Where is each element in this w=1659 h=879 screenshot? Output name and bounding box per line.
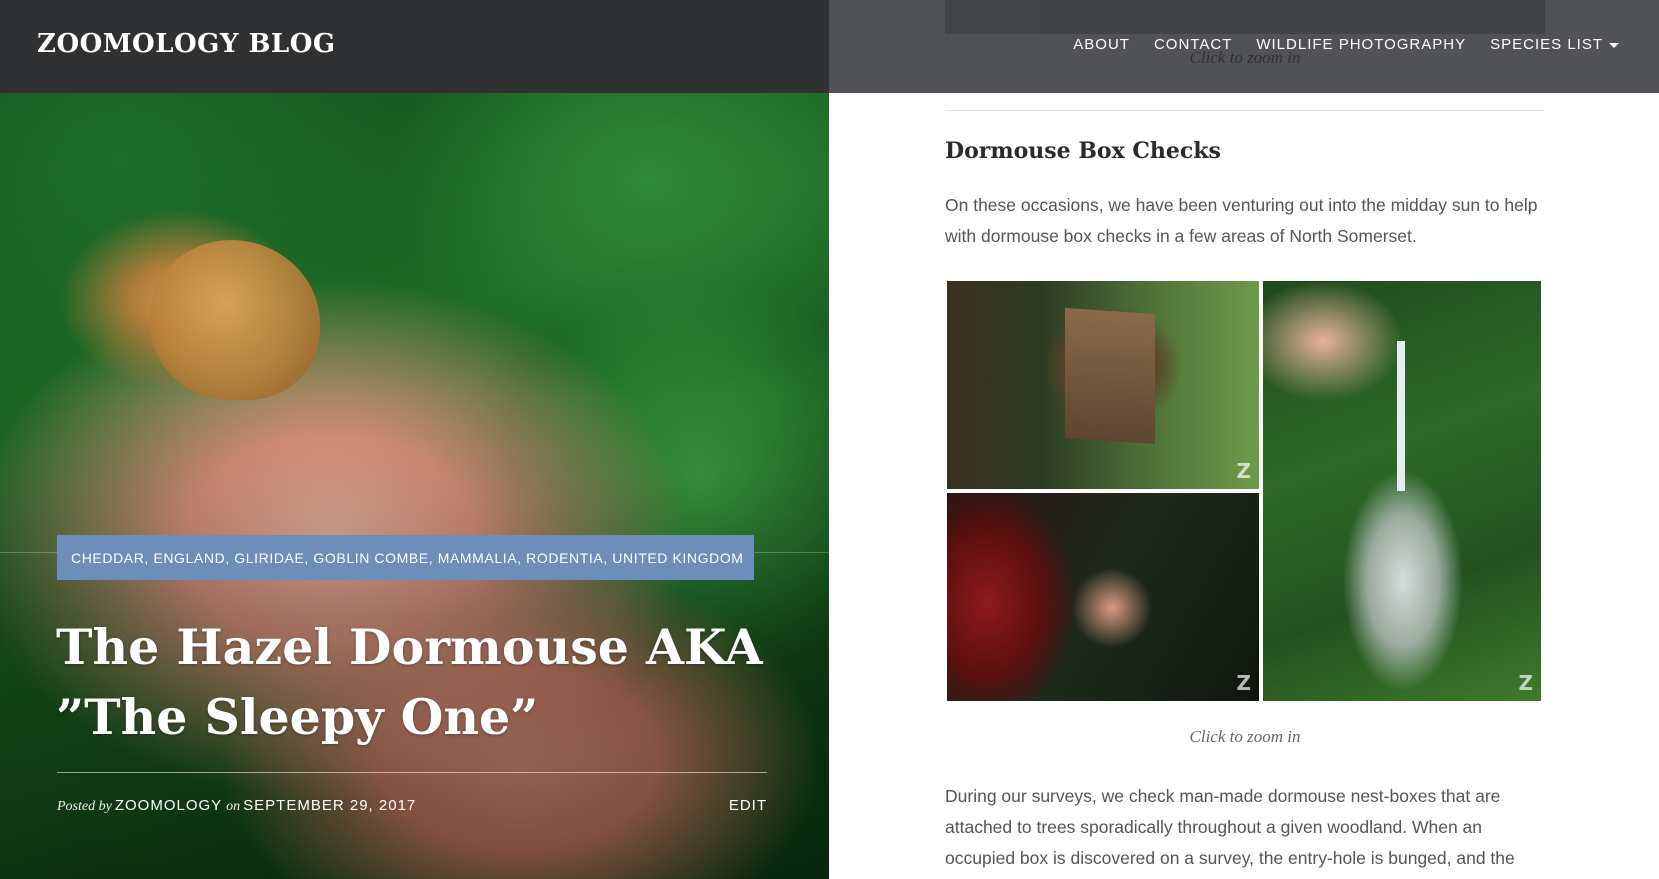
gallery-image-nest-box[interactable]: Z xyxy=(947,281,1259,489)
paragraph-surveys-line-2: attached to trees sporadically throughou… xyxy=(945,817,1483,837)
post-title-line-2: ”The Sleepy One” xyxy=(56,688,539,746)
watermark-icon: Z xyxy=(1236,459,1251,483)
post-title: The Hazel Dormouse AKA ”The Sleepy One” xyxy=(56,612,796,752)
header-left: ZOOMOLOGY BLOG xyxy=(0,0,829,93)
on-label: on xyxy=(226,799,241,814)
hero-image: CHEDDAR, ENGLAND, GLIRIDAE, GOBLIN COMBE… xyxy=(0,0,829,879)
post-meta: Posted by ZOOMOLOGY on SEPTEMBER 29, 201… xyxy=(57,797,767,815)
top-image-caption: Click to zoom in xyxy=(1189,48,1301,67)
paragraph-surveys: During our surveys, we check man-made do… xyxy=(945,781,1545,879)
post-categories-badge[interactable]: CHEDDAR, ENGLAND, GLIRIDAE, GOBLIN COMBE… xyxy=(57,535,754,580)
paragraph-surveys-line-1: During our surveys, we check man-made do… xyxy=(945,786,1501,806)
post-date-link[interactable]: SEPTEMBER 29, 2017 xyxy=(243,797,416,814)
paragraph-surveys-line-3: occupied box is discovered on a survey, … xyxy=(945,848,1515,868)
content-divider xyxy=(945,110,1545,111)
gallery-caption: Click to zoom in xyxy=(1189,727,1301,746)
nest-box-shape xyxy=(1065,307,1155,445)
watermark-icon: Z xyxy=(1518,671,1533,695)
scale-shape xyxy=(1397,341,1405,491)
photo-gallery: Z Z Z xyxy=(947,281,1543,701)
section-heading: Dormouse Box Checks xyxy=(945,138,1221,164)
gallery-image-weighing[interactable]: Z xyxy=(1263,281,1541,701)
author-link[interactable]: ZOOMOLOGY xyxy=(115,797,222,814)
gallery-image-box-check[interactable]: Z xyxy=(947,493,1259,701)
watermark-icon: Z xyxy=(1236,671,1251,695)
edit-post-link[interactable]: EDIT xyxy=(729,797,767,814)
paragraph-intro-line-2: with dormouse box checks in a few areas … xyxy=(945,226,1417,246)
chevron-down-icon xyxy=(1609,42,1619,48)
post-title-line-1: The Hazel Dormouse AKA xyxy=(56,618,763,676)
posted-by-label: Posted by xyxy=(57,799,112,814)
title-divider xyxy=(57,772,767,773)
site-title[interactable]: ZOOMOLOGY BLOG xyxy=(37,29,336,59)
header-right: ABOUT CONTACT WILDLIFE PHOTOGRAPHY SPECI… xyxy=(829,0,1659,93)
paragraph-intro: On these occasions, we have been venturi… xyxy=(945,190,1545,252)
paragraph-intro-line-1: On these occasions, we have been venturi… xyxy=(945,195,1538,215)
